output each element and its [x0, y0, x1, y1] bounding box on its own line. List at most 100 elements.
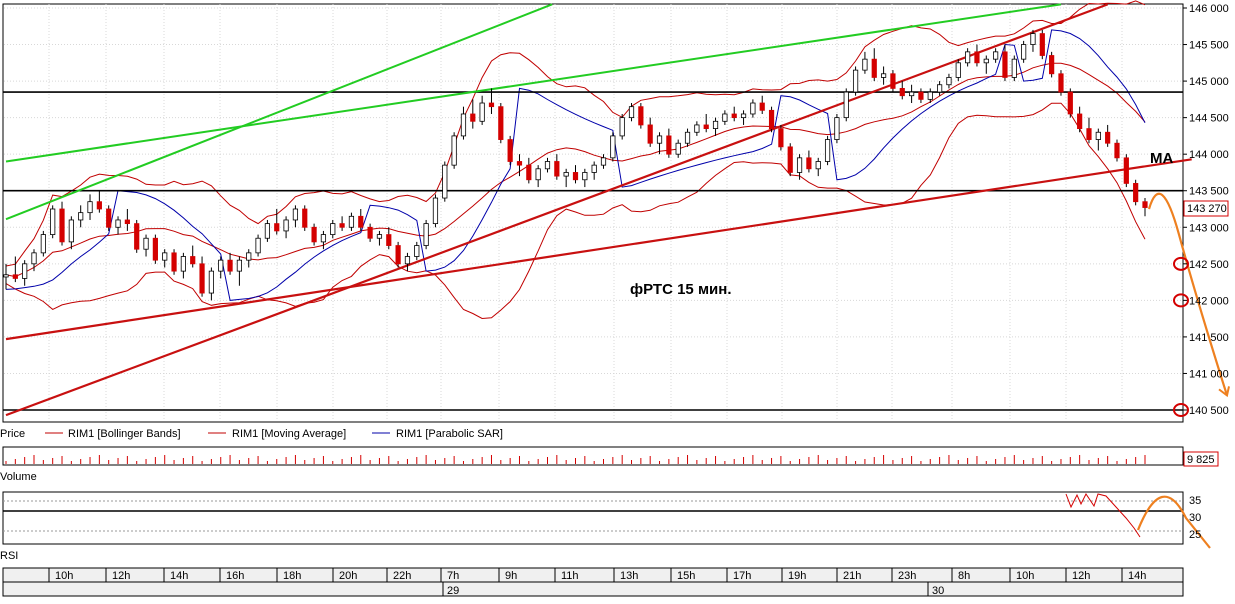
candle-down — [572, 172, 579, 181]
time-tick-label: 23h — [898, 570, 916, 582]
candle-up — [330, 223, 336, 235]
y-tick-label: 146 000 — [1189, 3, 1229, 15]
candle-down — [778, 128, 784, 148]
candle-down — [1133, 183, 1139, 203]
candle-up — [31, 252, 37, 265]
candle-down — [488, 102, 495, 108]
candle-up — [600, 157, 607, 166]
candle-up — [656, 135, 663, 144]
time-tick-label: 21h — [843, 570, 861, 582]
candle-up — [628, 106, 635, 119]
candle-down — [1002, 51, 1008, 78]
candle-up — [582, 172, 588, 181]
candle-up — [68, 219, 74, 243]
volume-label: Volume — [0, 471, 37, 483]
candle-up — [283, 219, 289, 232]
candle-down — [12, 274, 18, 279]
candle-down — [152, 237, 158, 261]
candle-up — [1030, 33, 1036, 45]
candle-up — [87, 201, 93, 214]
time-tick-label: 7h — [447, 570, 459, 582]
candle-down — [227, 259, 233, 272]
y-tick-label: 142 500 — [1189, 259, 1229, 271]
candle-down — [199, 263, 205, 294]
candle-up — [479, 102, 485, 122]
rsi-tick-30: 30 — [1189, 512, 1201, 524]
y-tick-label: 144 000 — [1189, 149, 1229, 161]
y-tick-label: 145 500 — [1189, 40, 1229, 52]
candle-down — [1077, 113, 1083, 130]
candle-up — [843, 91, 849, 119]
volume-panel — [2, 446, 1184, 466]
time-tick-label: 8h — [958, 570, 970, 582]
candle-up — [255, 237, 261, 254]
day-label: 29 — [447, 585, 459, 597]
candle-up — [246, 252, 252, 261]
candle-down — [890, 73, 896, 89]
candle-down — [1049, 55, 1055, 75]
candle-down — [311, 226, 317, 243]
candle-down — [59, 208, 65, 243]
y-tick-label: 141 500 — [1189, 332, 1229, 344]
candle-up — [1011, 58, 1017, 78]
candle-up — [983, 58, 989, 64]
y-tick-label: 140 500 — [1189, 405, 1229, 417]
candle-down — [367, 226, 373, 239]
candle-down — [470, 113, 476, 122]
candle-down — [134, 223, 140, 250]
candle-down — [1123, 157, 1129, 184]
candle-down — [302, 208, 308, 228]
candle-down — [899, 88, 905, 97]
candle-up — [115, 219, 121, 228]
candle-up — [937, 84, 943, 93]
candle-up — [824, 139, 831, 162]
candle-up — [908, 91, 915, 97]
candle-up — [236, 259, 243, 272]
chart-title: фРТС 15 мин. — [630, 281, 732, 298]
time-tick-label: 10h — [1016, 570, 1034, 582]
candle-down — [647, 124, 653, 144]
ma-label: MA — [1150, 150, 1173, 167]
time-tick-label: 9h — [505, 570, 517, 582]
candle-up — [376, 234, 383, 239]
rsi-tick-25: 25 — [1189, 529, 1201, 541]
candle-up — [544, 161, 551, 170]
candle-down — [516, 161, 523, 166]
time-tick-label: 12h — [112, 570, 130, 582]
candle-up — [40, 234, 46, 254]
candle-down — [768, 109, 775, 129]
y-tick-label: 145 000 — [1189, 76, 1229, 88]
candle-down — [1058, 73, 1064, 93]
candle-down — [1067, 91, 1073, 115]
time-tick-label: 13h — [620, 570, 638, 582]
candle-up — [320, 234, 327, 243]
legend: Price RIM1 [Bollinger Bands] RIM1 [Movin… — [0, 428, 503, 440]
candle-up — [50, 208, 56, 235]
chart-root: 146 000 145 500 145 000 144 500 144 000 143 5… — [0, 0, 1230, 597]
candle-down — [806, 157, 812, 170]
candle-up — [143, 237, 149, 250]
candle-down — [759, 102, 765, 111]
candle-down — [124, 219, 130, 225]
candle-up — [180, 256, 186, 272]
candle-down — [1105, 131, 1111, 144]
candle-down — [339, 223, 345, 228]
candle-down — [395, 245, 401, 265]
time-tick-label: 18h — [283, 570, 301, 582]
y-tick-label: 142 000 — [1189, 295, 1229, 307]
candle-down — [96, 201, 102, 210]
candle-up — [292, 208, 299, 221]
candle-up — [946, 77, 952, 86]
candle-up — [348, 215, 355, 228]
candle-up — [563, 172, 569, 177]
rsi-panel — [2, 491, 1184, 545]
candle-down — [703, 124, 709, 130]
rsi-label: RSI — [0, 550, 18, 562]
candle-up — [535, 168, 541, 181]
time-tick-label: 15h — [677, 570, 695, 582]
time-tick-label: 22h — [393, 570, 411, 582]
candle-down — [666, 135, 672, 155]
legend-bollinger: RIM1 [Bollinger Bands] — [68, 428, 181, 440]
time-tick-label: 16h — [226, 570, 244, 582]
candle-up — [264, 223, 271, 239]
